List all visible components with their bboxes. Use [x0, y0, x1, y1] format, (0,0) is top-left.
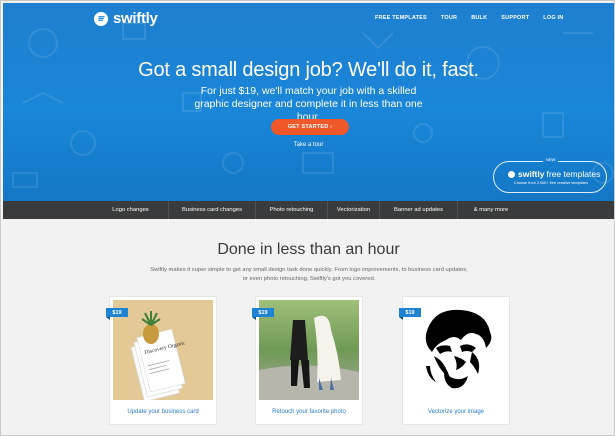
- feature-bar: Logo changes Business card changes Photo…: [3, 201, 614, 219]
- feature-business-card-changes: Business card changes: [169, 201, 256, 219]
- hero-section: swiftly FREE TEMPLATES TOUR BULK SUPPORT…: [3, 3, 614, 201]
- section-description: Swiftly makes it super simple to get any…: [150, 267, 468, 282]
- swiftly-logo-icon: [94, 11, 108, 26]
- price-tag-icon: $19: [252, 308, 274, 320]
- promo-brand: swiftly: [518, 169, 545, 179]
- hero-title: Got a small design job? We'll do it, fas…: [138, 59, 479, 81]
- promo-caption: Choose from 2,000+ free creative templat…: [514, 181, 588, 185]
- price-tag-icon: $19: [399, 308, 421, 320]
- section-title: Done in less than an hour: [217, 241, 400, 258]
- feature-logo-changes: Logo changes: [93, 201, 169, 219]
- card-caption[interactable]: Vectorize your image: [403, 409, 509, 415]
- get-started-button[interactable]: GET STARTED ›: [271, 119, 349, 135]
- price-tag-icon: $19: [106, 308, 128, 320]
- nav-bulk[interactable]: BULK: [471, 15, 487, 21]
- feature-many-more: & many more: [473, 207, 509, 213]
- nav-tour[interactable]: TOUR: [441, 15, 457, 21]
- card-caption[interactable]: Retouch your favorite photo: [256, 409, 362, 415]
- feature-banner-ad-updates: Banner ad updates: [380, 201, 458, 219]
- card-photo-retouch[interactable]: $19 Retouch your favorite photo: [252, 297, 362, 424]
- page: swiftly FREE TEMPLATES TOUR BULK SUPPORT…: [0, 0, 615, 436]
- feature-vectorization: Vectorization: [328, 201, 380, 219]
- free-templates-promo[interactable]: NEW swiftly free templates Choose from 2…: [493, 157, 607, 193]
- promo-title-text: free templates: [546, 169, 601, 179]
- brand-logo[interactable]: swiftly: [94, 10, 158, 27]
- new-badge: NEW: [543, 157, 559, 162]
- vector-portrait-image: [406, 300, 506, 400]
- swiftly-logo-icon: [508, 170, 515, 178]
- wedding-photo-image: [259, 300, 359, 400]
- main-content: Done in less than an hour Swiftly makes …: [3, 219, 614, 435]
- nav-support[interactable]: SUPPORT: [501, 15, 529, 21]
- brand-name: swiftly: [113, 10, 158, 27]
- card-business-card[interactable]: $19 Discovery Organic Update your busine…: [106, 297, 216, 424]
- business-card-image: Discovery Organic: [113, 300, 213, 400]
- take-a-tour-link[interactable]: Take a tour: [3, 142, 614, 148]
- top-nav: FREE TEMPLATES TOUR BULK SUPPORT LOG IN: [375, 15, 577, 21]
- nav-free-templates[interactable]: FREE TEMPLATES: [375, 15, 427, 21]
- feature-photo-retouching: Photo retouching: [256, 201, 328, 219]
- promo-title: swiftly free templates: [508, 169, 600, 179]
- nav-login[interactable]: LOG IN: [543, 15, 563, 21]
- card-caption[interactable]: Update your business card: [110, 409, 216, 415]
- card-vectorize[interactable]: $19 Vectorize your image: [399, 297, 509, 424]
